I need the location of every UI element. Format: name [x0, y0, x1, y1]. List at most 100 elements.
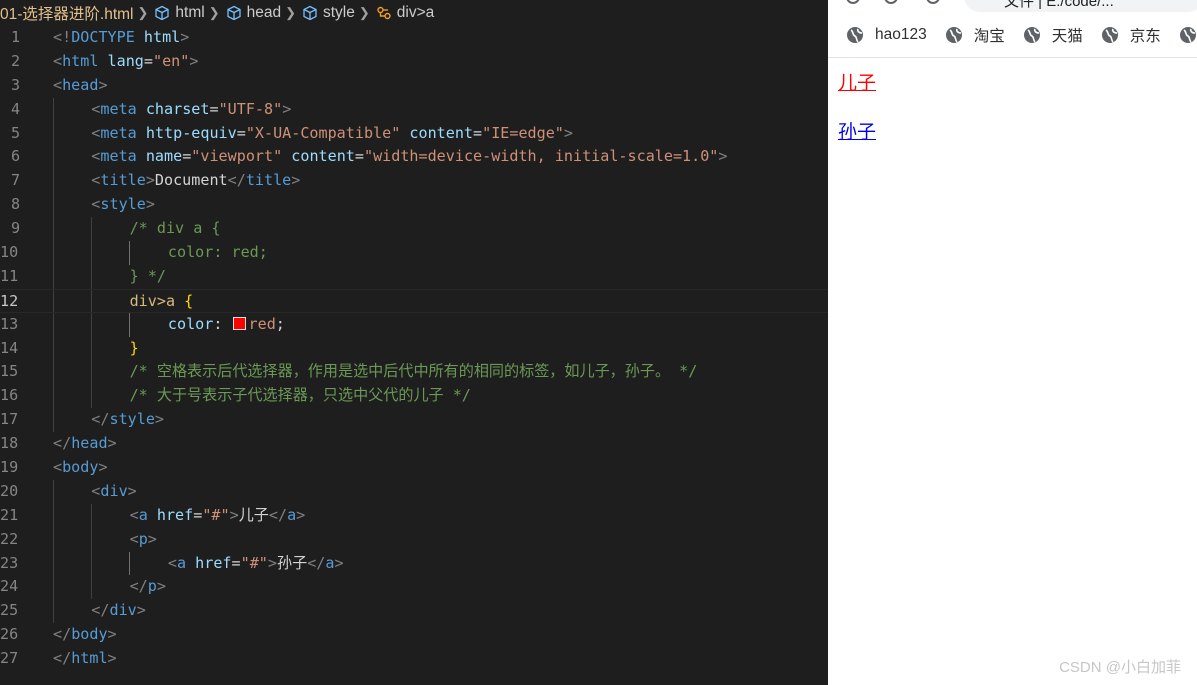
indent-guide: [53, 217, 54, 242]
code-line[interactable]: 12 div>a {: [0, 288, 828, 313]
breadcrumb-head[interactable]: head: [226, 4, 281, 22]
chevron-right-icon: ❯: [208, 5, 220, 20]
code-token: href: [156, 505, 194, 524]
bookmark-item[interactable]: hao123: [846, 26, 927, 44]
line-number: 6: [11, 147, 21, 166]
code-line[interactable]: 22 <p>: [0, 527, 828, 552]
code-token: title: [100, 171, 146, 190]
code-line[interactable]: 8 <style>: [0, 193, 828, 218]
code-token: >: [145, 171, 155, 190]
breadcrumb-file[interactable]: 01-选择器进阶.html: [0, 2, 134, 24]
page-content: 儿子 孙子: [838, 68, 876, 144]
code-line[interactable]: 27 </html>: [0, 647, 828, 671]
indent-guide: [53, 599, 54, 624]
code-line[interactable]: 3 <head>: [0, 74, 828, 98]
line-number: 7: [11, 171, 21, 190]
code-line[interactable]: 11} */: [0, 264, 828, 289]
code-editor[interactable]: 01-选择器进阶.html ❯ html ❯ head ❯ style ❯ di…: [0, 0, 828, 685]
code-token: >: [136, 601, 146, 620]
breadcrumb-style[interactable]: style: [302, 4, 355, 22]
code-line[interactable]: 26 </body>: [0, 623, 828, 647]
breadcrumb-file-label: 01-选择器进阶.html: [0, 6, 134, 23]
chevron-right-icon: ❯: [358, 5, 370, 20]
indent-guide: [91, 241, 92, 265]
chevron-right-icon: ❯: [137, 5, 149, 20]
code-line[interactable]: 21 <a href="#">儿子</a>: [0, 503, 828, 528]
code-line[interactable]: 13 color: red;: [0, 312, 828, 337]
code-text: <style>: [91, 193, 155, 217]
code-line[interactable]: 4 <meta charset="UTF-8">: [0, 97, 828, 122]
url-field[interactable]: 文件 | E:/code/...: [964, 0, 1197, 12]
line-number: 16: [0, 386, 19, 405]
code-token: <!: [53, 28, 72, 46]
address-bar[interactable]: 文件 | E:/code/...: [828, 0, 1197, 12]
code-token: html: [62, 51, 99, 70]
code-text: <body>: [53, 456, 108, 480]
code-token: lang: [107, 51, 144, 70]
bookmark-item[interactable]: 淘宝: [945, 24, 1005, 46]
code-text: <head>: [53, 74, 108, 98]
code-token: html: [143, 28, 181, 46]
line-number: 12: [0, 291, 19, 310]
code-line[interactable]: 15 /* 空格表示后代选择器，作用是选中后代中所有的相同的标签，如儿子，孙子。 …: [0, 360, 828, 385]
reload-icon[interactable]: [926, 0, 940, 4]
code-line[interactable]: 6 <meta name="viewport" content="width=de…: [0, 145, 828, 170]
code-line[interactable]: 25 </div>: [0, 599, 828, 624]
code-token: p: [138, 529, 148, 548]
code-line[interactable]: 23 <a href="#">孙子</a>: [0, 551, 828, 576]
line-number: 10: [0, 243, 19, 262]
line-number: 13: [0, 314, 19, 333]
bookmarks-bar: hao123 淘宝 天猫 京东: [828, 22, 1197, 48]
code-line[interactable]: 7 <title>Document</title>: [0, 169, 828, 194]
code-token: div: [100, 481, 128, 500]
bookmark-item[interactable]: 天猫: [1023, 24, 1083, 46]
breadcrumb-html-label: html: [175, 4, 205, 21]
bookmark-label: 京东: [1129, 28, 1161, 45]
code-line[interactable]: 9 /* div a {: [0, 217, 828, 242]
code-token: </: [53, 434, 72, 453]
code-token: /* 大于号表示子代选择器，只选中父代的儿子 */: [129, 386, 471, 405]
breadcrumb-html[interactable]: html: [154, 4, 205, 22]
code-line[interactable]: 18 </head>: [0, 432, 828, 456]
code-line[interactable]: 10 color: red;: [0, 241, 828, 265]
code-line[interactable]: 1 <!DOCTYPE html>: [0, 26, 828, 50]
line-number: 22: [0, 529, 19, 548]
code-token: >: [296, 505, 306, 524]
code-line[interactable]: 16 /* 大于号表示子代选择器，只选中父代的儿子 */: [0, 384, 828, 409]
forward-icon[interactable]: [884, 0, 898, 4]
code-line[interactable]: 5 <meta http-equiv="X-UA-Compatible" cont…: [0, 121, 828, 146]
indent-guide: [129, 241, 130, 265]
color-swatch-icon[interactable]: [232, 316, 246, 330]
code-token: >: [180, 28, 190, 46]
code-token: color: red;: [167, 243, 268, 262]
line-number: 20: [0, 481, 19, 500]
code-token: style: [109, 410, 155, 429]
code-token: </: [91, 601, 110, 620]
grandson-link[interactable]: 孙子: [838, 117, 876, 144]
breadcrumb-selector[interactable]: div>a: [376, 4, 434, 22]
code-lines[interactable]: 1 <!DOCTYPE html> 2 <html lang="en"> 3 <head>…: [0, 26, 828, 671]
code-line[interactable]: 19 <body>: [0, 456, 828, 480]
indent-guide: [53, 551, 54, 576]
globe-icon: [1179, 27, 1196, 43]
code-token: 孙子: [276, 553, 308, 572]
code-line[interactable]: 2 <html lang="en">: [0, 50, 828, 74]
code-line[interactable]: 14}: [0, 336, 828, 361]
bookmark-item[interactable]: [1179, 26, 1197, 44]
bookmark-item[interactable]: 京东: [1101, 24, 1161, 46]
code-line[interactable]: 24 </p>: [0, 575, 828, 600]
code-token: http-equiv: [145, 123, 237, 142]
back-icon[interactable]: [846, 0, 860, 4]
code-line[interactable]: 17 </style>: [0, 408, 828, 433]
globe-icon: [945, 27, 962, 43]
code-token: >: [156, 577, 166, 596]
line-number: 4: [11, 99, 21, 118]
code-token: ;: [275, 314, 285, 333]
son-link[interactable]: 儿子: [838, 68, 876, 95]
code-line[interactable]: 20 <div>: [0, 479, 828, 504]
code-token: </: [53, 625, 72, 644]
code-text: <meta http-equiv="X-UA-Compatible" conte…: [91, 122, 573, 146]
cube-icon: [155, 5, 170, 21]
